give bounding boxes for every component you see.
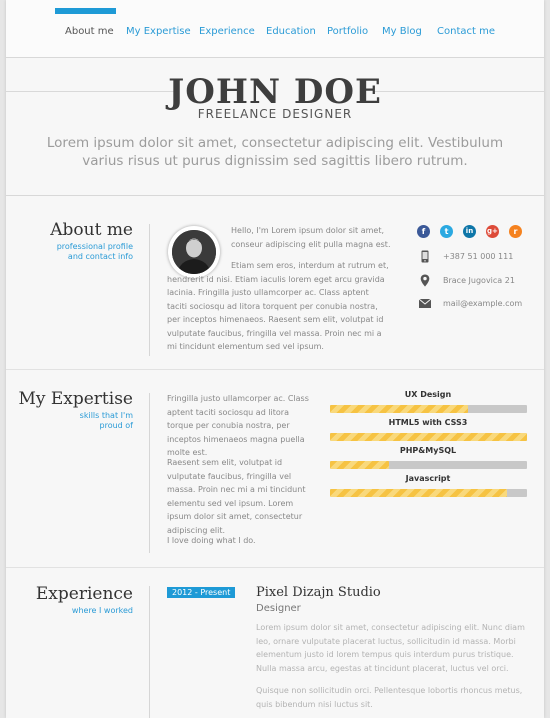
nav-active-indicator xyxy=(55,8,116,14)
company-name: Pixel Dizajn Studio xyxy=(256,585,381,600)
experience-divider xyxy=(149,586,150,718)
facebook-icon[interactable]: f xyxy=(417,225,430,238)
about-subtitle-line-1: professional profile xyxy=(56,242,133,251)
contact-address-text: Brace Jugovica 21 xyxy=(443,276,515,285)
contact-phone-text: +387 51 000 111 xyxy=(443,252,514,261)
skill-label-html5-css3: HTML5 with CSS3 xyxy=(388,418,468,427)
expertise-divider xyxy=(149,393,150,553)
person-title: FREELANCE DESIGNER xyxy=(197,107,353,121)
expertise-subtitle-line-1: skills that I'm xyxy=(79,411,133,420)
linkedin-icon[interactable]: in xyxy=(463,225,476,238)
experience-description-2: Quisque non sollicitudin orci. Pellentes… xyxy=(256,686,523,709)
skill-bar-html5-css3 xyxy=(330,433,527,441)
location-pin-icon xyxy=(420,274,430,287)
skill-fill-javascript xyxy=(330,489,508,497)
skill-bar-ux-design xyxy=(330,405,527,413)
nav-item-experience[interactable]: Experience xyxy=(199,26,255,37)
skill-fill-php-mysql xyxy=(330,461,390,469)
skill-label-javascript: Javascript xyxy=(405,474,451,483)
section-divider xyxy=(6,369,544,370)
googleplus-icon[interactable]: g+ xyxy=(486,225,499,238)
nav-item-education[interactable]: Education xyxy=(266,26,316,37)
nav-item-contact-me[interactable]: Contact me xyxy=(437,26,495,37)
twitter-icon[interactable]: t xyxy=(440,225,453,238)
nav-item-portfolio[interactable]: Portfolio xyxy=(327,26,368,37)
experience-section-subtitle: where I worked xyxy=(71,606,133,615)
about-subtitle-line-2: and contact info xyxy=(67,252,133,261)
expertise-para-3: I love doing what I do. xyxy=(167,536,256,545)
skill-fill-ux-design xyxy=(330,405,468,413)
skill-bar-php-mysql xyxy=(330,461,527,469)
phone-icon xyxy=(421,250,429,263)
skill-label-php-mysql: PHP&MySQL xyxy=(399,446,457,455)
header-tagline: Lorem ipsum dolor sit amet, consectetur … xyxy=(46,135,504,169)
top-navigation: About me My Expertise Experience Educati… xyxy=(6,0,544,58)
expertise-para-1: Fringilla justo ullamcorper ac. Class ap… xyxy=(167,394,309,457)
mail-icon xyxy=(419,299,431,308)
date-badge: 2012 - Present xyxy=(167,587,236,598)
nav-item-my-blog[interactable]: My Blog xyxy=(382,26,422,37)
about-divider xyxy=(149,224,150,356)
about-intro: Hello, I'm Lorem ipsum dolor sit amet, c… xyxy=(231,226,391,249)
experience-description-1: Lorem ipsum dolor sit amet, consectetur … xyxy=(256,623,525,673)
skill-label-ux-design: UX Design xyxy=(404,390,452,399)
rss-icon[interactable]: r xyxy=(509,225,522,238)
person-name: JOHN DOE xyxy=(168,72,382,112)
contact-email-text[interactable]: mail@example.com xyxy=(443,299,522,308)
skill-fill-html5-css3 xyxy=(330,433,527,441)
about-section-title: About me xyxy=(50,220,133,240)
expertise-section-title: My Expertise xyxy=(18,389,133,409)
resume-page: About me My Expertise Experience Educati… xyxy=(6,0,544,718)
experience-section-title: Experience xyxy=(35,584,133,604)
job-role: Designer xyxy=(256,603,301,614)
nav-item-my-expertise[interactable]: My Expertise xyxy=(126,26,191,37)
expertise-section-subtitle: skills that I'm proud of xyxy=(13,411,133,431)
expertise-subtitle-line-2: proud of xyxy=(99,421,134,430)
page-header: JOHN DOE FREELANCE DESIGNER Lorem ipsum … xyxy=(6,58,544,196)
about-body: Etiam sem eros, interdum at rutrum et, h… xyxy=(167,261,389,351)
expertise-para-2: Raesent sem elit, volutpat id vulputate … xyxy=(167,458,306,535)
about-section-subtitle: professional profile and contact info xyxy=(13,242,133,262)
section-divider xyxy=(6,567,544,568)
skill-bar-javascript xyxy=(330,489,527,497)
nav-item-about-me[interactable]: About me xyxy=(65,26,114,37)
